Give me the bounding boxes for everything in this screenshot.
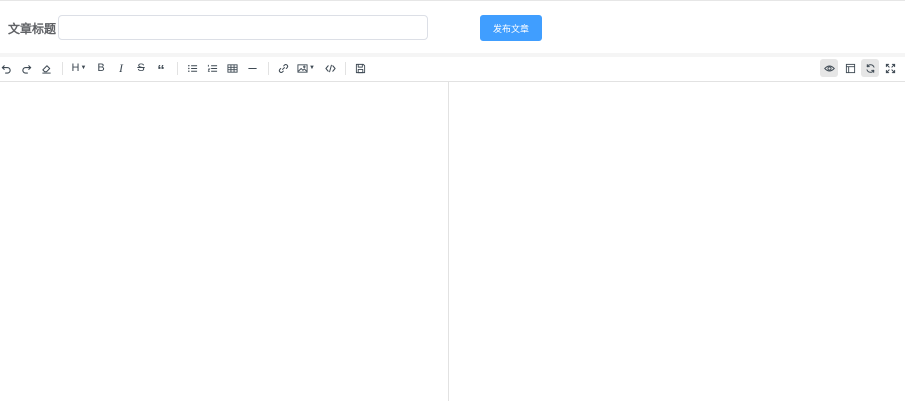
toolbar-separator <box>62 62 63 75</box>
clear-icon[interactable] <box>37 59 55 77</box>
italic-icon[interactable]: I <box>112 59 130 77</box>
bold-text: B <box>97 61 105 74</box>
article-title-input[interactable] <box>58 15 428 40</box>
markdown-editor-pane[interactable] <box>0 82 448 401</box>
chevron-down-icon: ▼ <box>80 65 87 71</box>
heading-icon[interactable]: H ▼ <box>69 59 89 77</box>
preview-icon[interactable] <box>820 59 838 77</box>
toolbar-separator <box>268 62 269 75</box>
italic-text: I <box>119 61 123 75</box>
title-row: 文章标题 发布文章 <box>0 1 905 53</box>
preview-pane <box>449 82 905 401</box>
toolbar-separator <box>345 62 346 75</box>
markdown-toolbar: H ▼ B I S “ ▼ <box>0 57 905 82</box>
strikethrough-icon[interactable]: S <box>132 59 150 77</box>
chevron-down-icon: ▼ <box>309 65 315 71</box>
redo-icon[interactable] <box>17 59 35 77</box>
quote-icon[interactable]: “ <box>152 59 170 79</box>
save-icon[interactable] <box>351 59 369 77</box>
link-icon[interactable] <box>274 59 292 77</box>
code-icon[interactable] <box>321 59 339 77</box>
html-preview-icon[interactable] <box>841 59 859 77</box>
strikethrough-text: S <box>137 61 145 74</box>
image-icon[interactable]: ▼ <box>295 59 317 77</box>
bold-icon[interactable]: B <box>92 59 110 77</box>
quote-text: “ <box>157 62 165 79</box>
article-title-label: 文章标题 <box>8 22 57 36</box>
undo-icon[interactable] <box>0 59 15 77</box>
toolbar-separator <box>177 62 178 75</box>
sync-scroll-icon[interactable] <box>861 59 879 77</box>
ordered-list-icon[interactable] <box>203 59 221 77</box>
fullscreen-icon[interactable] <box>881 59 899 77</box>
heading-text: H <box>71 61 80 74</box>
table-icon[interactable] <box>223 59 241 77</box>
publish-article-button[interactable]: 发布文章 <box>480 15 542 41</box>
unordered-list-icon[interactable] <box>183 59 201 77</box>
horizontal-rule-icon[interactable] <box>243 59 261 77</box>
